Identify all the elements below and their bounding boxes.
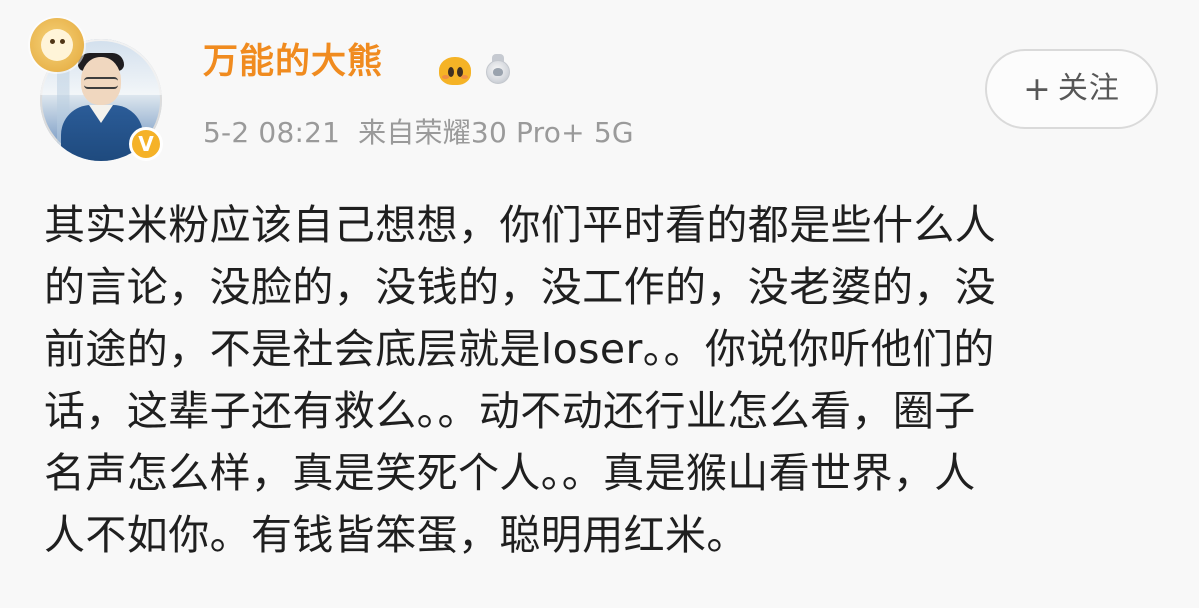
post-content-line: 的言论，没脸的，没钱的，没工作的，没老婆的，没 [44, 263, 997, 311]
post-content-line: 话，这辈子还有救么。。动不动还行业怎么看，圈子 [44, 387, 976, 435]
post-content: 其实米粉应该自己想想，你们平时看的都是些什么人 的言论，没脸的，没钱的，没工作的… [44, 194, 1144, 566]
monkey-eye-right-icon [60, 39, 65, 44]
author-badges [436, 52, 516, 90]
verified-badge-icon: V [129, 127, 163, 161]
post-content-line: 前途的，不是社会底层就是loser。。你说你听他们的 [44, 325, 995, 373]
author-avatar-group[interactable]: V [28, 18, 168, 163]
post-content-line: 人不如你。有钱皆笨蛋，聪明用红米。 [44, 511, 748, 559]
monkey-badge-icon [30, 18, 84, 72]
vip-bear-eye-left [448, 67, 454, 77]
medal-icon [482, 54, 516, 88]
weibo-post-card: V 万能的大熊 5-2 08:21 来自荣耀30 Pro+ 5G + 关注 其实米粉… [0, 0, 1199, 608]
vip-bear-face [439, 57, 471, 85]
vip-bear-blush-left [442, 75, 449, 79]
monkey-face-icon [41, 29, 73, 61]
medal-center [493, 68, 503, 76]
vip-bear-blush-right [461, 75, 468, 79]
monkey-eye-left-icon [50, 39, 55, 44]
post-content-line: 其实米粉应该自己想想，你们平时看的都是些什么人 [44, 201, 997, 249]
vip-bear-icon [436, 55, 474, 87]
avatar-glasses [84, 77, 118, 89]
plus-icon: + [1023, 69, 1052, 108]
author-name[interactable]: 万能的大熊 [203, 40, 383, 84]
post-source: 来自荣耀30 Pro+ 5G [358, 116, 634, 149]
follow-label: 关注 [1057, 71, 1120, 106]
post-content-line: 名声怎么样，真是笑死个人。。真是猴山看世界，人 [44, 449, 976, 497]
post-time: 5-2 08:21 [203, 116, 341, 149]
post-meta: 5-2 08:21 来自荣耀30 Pro+ 5G [203, 115, 634, 151]
follow-button[interactable]: + 关注 [985, 49, 1158, 129]
